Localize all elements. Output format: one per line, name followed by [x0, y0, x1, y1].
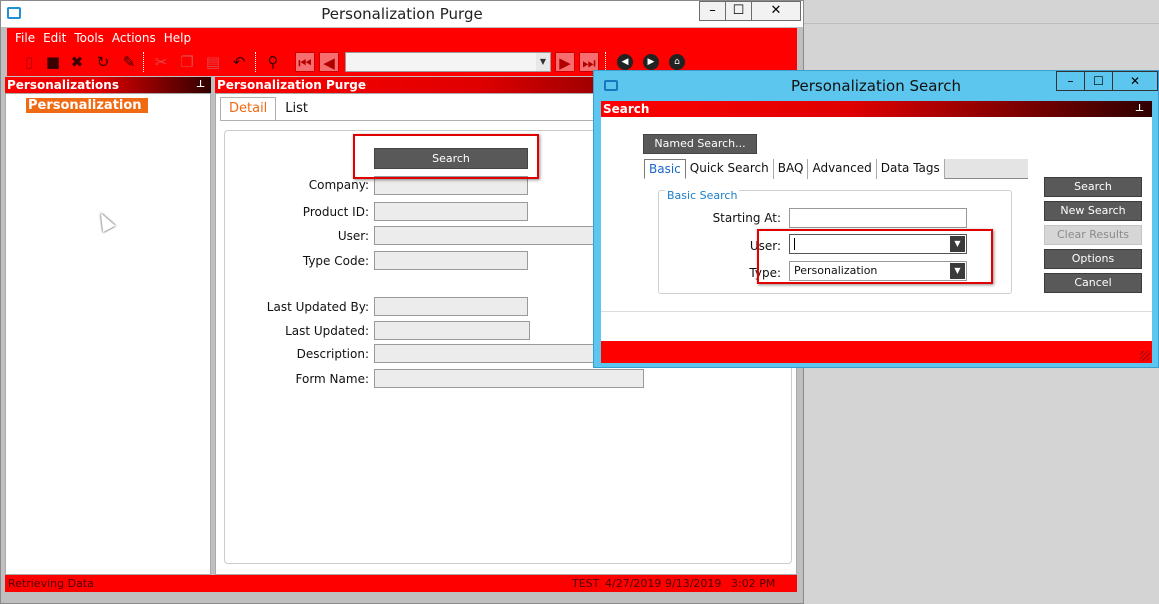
cut-icon[interactable]: ✂: [151, 52, 171, 72]
left-pane-header: Personalizations ⊥: [5, 77, 211, 93]
previous-record-icon[interactable]: ◀: [319, 52, 339, 72]
new-icon[interactable]: ▯: [19, 52, 39, 72]
user-label: User:: [337, 229, 369, 243]
status-date-1: 4/27/2019: [605, 577, 662, 590]
toolbar-separator: [605, 52, 607, 72]
pin-icon[interactable]: ⊥: [196, 77, 205, 93]
tab-advanced[interactable]: Advanced: [808, 159, 877, 179]
content-pane-title: Personalization Purge: [217, 78, 366, 92]
basic-search-group-title: Basic Search: [665, 189, 740, 202]
starting-at-input[interactable]: [789, 208, 967, 228]
refresh-icon[interactable]: ↻: [93, 52, 113, 72]
tab-quick-search[interactable]: Quick Search: [685, 159, 774, 179]
save-icon[interactable]: ■: [43, 52, 63, 72]
description-label: Description:: [296, 347, 369, 361]
home-icon[interactable]: ⌂: [669, 54, 685, 70]
close-button[interactable]: ✕: [751, 1, 801, 21]
highlight-box: [757, 229, 993, 284]
last-updated-field[interactable]: [374, 321, 530, 340]
status-date-2: 9/13/2019: [665, 577, 722, 590]
menu-actions[interactable]: Actions: [112, 31, 156, 47]
search-tabs: Basic Quick Search BAQ Advanced Data Tag…: [644, 159, 945, 179]
last-updated-by-label: Last Updated By:: [266, 300, 369, 314]
paste-icon[interactable]: ▤: [203, 52, 223, 72]
dialog-search-button[interactable]: Search: [1044, 177, 1142, 197]
last-updated-label: Last Updated:: [285, 324, 369, 338]
left-pane: Personalization: [5, 93, 211, 575]
main-titlebar: Personalization Purge – ☐ ✕: [1, 1, 803, 27]
main-window-title: Personalization Purge: [321, 5, 483, 23]
dialog-search-header: Search ⊥: [601, 101, 1152, 117]
minimize-button[interactable]: –: [699, 1, 726, 21]
highlight-box: [353, 134, 539, 179]
company-label: Company:: [308, 178, 369, 192]
maximize-button[interactable]: ☐: [725, 1, 752, 21]
toolbar-separator: [143, 52, 145, 72]
menu-tools[interactable]: Tools: [74, 31, 104, 47]
type-code-field[interactable]: [374, 251, 528, 270]
dialog-header-title: Search: [603, 102, 650, 116]
options-button[interactable]: Options: [1044, 249, 1142, 269]
record-navigator-combo[interactable]: ▼: [345, 52, 551, 72]
forward-icon[interactable]: ▶: [643, 54, 659, 70]
status-environment: TEST: [572, 577, 600, 590]
status-message: Retrieving Data: [8, 577, 94, 590]
tab-strip: Detail List: [220, 97, 317, 121]
left-pane-title: Personalizations: [7, 78, 119, 92]
dialog-minimize-button[interactable]: –: [1056, 71, 1085, 91]
undo-icon[interactable]: ↶: [229, 52, 249, 72]
starting-at-label: Starting At:: [712, 211, 781, 225]
tab-detail[interactable]: Detail: [220, 97, 277, 121]
last-record-icon[interactable]: ⏭: [579, 52, 599, 72]
desktop-divider: [804, 23, 1159, 24]
personalization-search-dialog: Personalization Search – ☐ ✕ Search ⊥ Na…: [593, 70, 1159, 368]
pin-icon[interactable]: ⊥: [1135, 101, 1144, 117]
named-search-button[interactable]: Named Search...: [643, 134, 757, 154]
clear-icon[interactable]: ✎: [119, 52, 139, 72]
form-name-label: Form Name:: [295, 372, 370, 386]
first-record-icon[interactable]: ⏮: [295, 52, 315, 72]
menu-bar: File Edit Tools Actions Help: [15, 31, 199, 47]
last-updated-by-field[interactable]: [374, 297, 528, 316]
tab-baq[interactable]: BAQ: [773, 159, 809, 179]
product-id-label: Product ID:: [302, 205, 369, 219]
tab-list[interactable]: List: [276, 97, 317, 121]
next-record-icon[interactable]: ▶: [555, 52, 575, 72]
toolbar-separator: [255, 52, 257, 72]
delete-icon[interactable]: ✖: [67, 52, 87, 72]
dialog-close-button[interactable]: ✕: [1112, 71, 1158, 91]
dialog-divider: [601, 311, 1152, 312]
tab-basic[interactable]: Basic: [644, 159, 686, 179]
new-search-button[interactable]: New Search: [1044, 201, 1142, 221]
dialog-status-bar: [601, 341, 1152, 363]
tree-item-personalization[interactable]: Personalization: [26, 98, 148, 113]
user-field[interactable]: [374, 226, 594, 245]
cancel-button[interactable]: Cancel: [1044, 273, 1142, 293]
copy-icon[interactable]: ❐: [177, 52, 197, 72]
dialog-maximize-button[interactable]: ☐: [1084, 71, 1113, 91]
back-icon[interactable]: ◀: [617, 54, 633, 70]
clear-results-button[interactable]: Clear Results: [1044, 225, 1142, 245]
menu-edit[interactable]: Edit: [43, 31, 66, 47]
product-id-field[interactable]: [374, 202, 528, 221]
menu-help[interactable]: Help: [164, 31, 191, 47]
chevron-down-icon[interactable]: ▼: [536, 53, 550, 71]
form-name-field[interactable]: [374, 369, 644, 388]
status-bar: Retrieving Data TEST 4/27/2019 9/13/2019…: [5, 575, 797, 592]
binoculars-icon[interactable]: ⚲: [263, 52, 283, 72]
type-code-label: Type Code:: [302, 254, 369, 268]
status-time: 3:02 PM: [731, 577, 776, 590]
menu-file[interactable]: File: [15, 31, 35, 47]
tab-data-tags[interactable]: Data Tags: [876, 159, 945, 179]
description-field[interactable]: [374, 344, 594, 363]
resize-grip-icon[interactable]: [1140, 351, 1150, 361]
